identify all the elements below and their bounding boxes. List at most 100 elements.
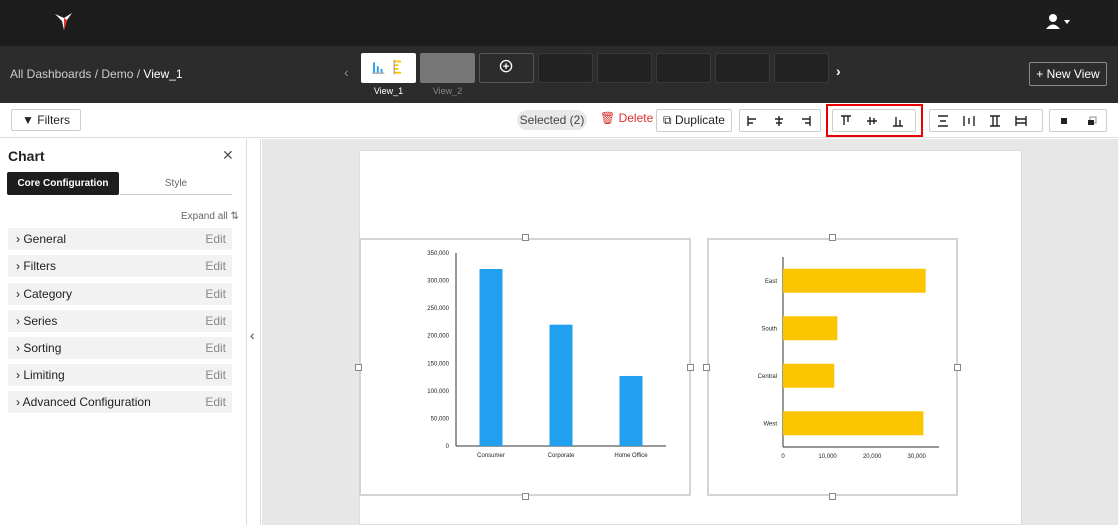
scroll-left-icon[interactable]: ‹ [344, 64, 349, 80]
user-menu-icon[interactable] [1044, 12, 1074, 32]
resize-handle[interactable] [522, 234, 529, 241]
section-series[interactable]: › Series Edit [8, 310, 232, 332]
x-tick-label: Home Office [614, 453, 648, 459]
filters-button[interactable]: ▼ Filters [11, 109, 81, 131]
breadcrumb-demo[interactable]: Demo [101, 67, 133, 81]
tab-core-configuration[interactable]: Core Configuration [7, 172, 119, 195]
layer-order-group [1049, 109, 1107, 132]
horizontal-align-group [739, 109, 821, 132]
y-tick-label: 100,000 [427, 389, 449, 395]
section-label: Limiting [23, 368, 65, 382]
view-slot-empty[interactable] [538, 53, 593, 83]
send-to-back-button[interactable] [1078, 110, 1106, 131]
chart-widget-segment[interactable]: 0 50,000 100,000 150,000 200,000 250,000 300,0… [359, 238, 691, 496]
view-thumbnail-view2[interactable] [420, 53, 475, 83]
section-edit-link[interactable]: Edit [205, 310, 226, 332]
bar [783, 268, 926, 293]
align-right-icon [802, 115, 811, 126]
match-width-icon [1015, 115, 1027, 126]
resize-handle[interactable] [829, 493, 836, 500]
bring-to-front-button[interactable] [1050, 110, 1078, 131]
resize-handle[interactable] [829, 234, 836, 241]
collapse-panel-handle[interactable]: ‹ [247, 139, 261, 525]
expand-all-toggle[interactable]: Expand all ⇅ [181, 211, 239, 222]
chevron-updown-icon: ⇅ [230, 211, 239, 222]
view-label-view1[interactable]: View_1 [361, 86, 416, 96]
section-limiting[interactable]: › Limiting Edit [8, 364, 232, 386]
chevron-right-icon: › [16, 314, 20, 328]
add-view-button[interactable] [479, 53, 534, 83]
view-slot-empty[interactable] [715, 53, 770, 83]
copy-icon: ⧉ [663, 113, 672, 127]
bar [783, 316, 838, 341]
duplicate-button-label: Duplicate [674, 113, 725, 127]
breadcrumb-root[interactable]: All Dashboards [10, 67, 91, 81]
chart-widget-region[interactable]: 0 10,000 20,000 30,000 East South Central West [707, 238, 958, 496]
section-edit-link[interactable]: Edit [205, 364, 226, 386]
bar [619, 375, 643, 446]
toolbar: ▼ Filters Selected (2) 🗑 Delete ⧉ Duplic… [0, 103, 1118, 138]
section-general[interactable]: › General Edit [8, 228, 232, 250]
delete-button[interactable]: 🗑 Delete [600, 111, 653, 125]
y-tick-label: 150,000 [427, 361, 449, 367]
align-left-icon [747, 115, 756, 126]
resize-handle[interactable] [703, 364, 710, 371]
resize-handle[interactable] [954, 364, 961, 371]
y-tick-label: 200,000 [427, 334, 449, 340]
view-slot-empty[interactable] [656, 53, 711, 83]
breadcrumb-separator: / [91, 67, 102, 81]
resize-handle[interactable] [687, 364, 694, 371]
breadcrumb-separator: / [133, 67, 144, 81]
chevron-right-icon: › [16, 232, 20, 246]
x-tick-label: 0 [781, 454, 785, 460]
section-advanced-configuration[interactable]: › Advanced Configuration Edit [8, 391, 232, 413]
section-sorting[interactable]: › Sorting Edit [8, 337, 232, 359]
breadcrumb-current: View_1 [143, 67, 183, 81]
align-right-button[interactable] [792, 110, 818, 131]
chevron-right-icon: › [16, 287, 20, 301]
bar-chart-region: 0 10,000 20,000 30,000 East South Central West [758, 257, 939, 460]
match-height-button[interactable] [982, 110, 1008, 131]
resize-handle[interactable] [355, 364, 362, 371]
y-tick-label: East [765, 279, 777, 285]
funnel-icon: ▼ [22, 113, 34, 127]
align-left-button[interactable] [740, 110, 766, 131]
chart-thumbnail-icon [372, 59, 402, 75]
bring-to-front-icon [1061, 117, 1067, 124]
top-bar [0, 0, 1118, 46]
view-slot-empty[interactable] [597, 53, 652, 83]
x-tick-label: 20,000 [863, 454, 882, 460]
delete-button-label: Delete [618, 111, 654, 125]
distribute-horizontal-button[interactable] [956, 110, 982, 131]
scroll-right-icon[interactable]: › [836, 63, 841, 79]
y-tick-label: South [761, 326, 777, 332]
bar [783, 411, 924, 436]
match-width-button[interactable] [1008, 110, 1034, 131]
view-thumbnail-view1[interactable] [361, 53, 416, 83]
x-tick-label: 30,000 [908, 454, 927, 460]
panel-title: Chart [8, 148, 45, 164]
section-edit-link[interactable]: Edit [205, 255, 226, 277]
chart-config-panel: Chart ✕ Core Configuration Style Expand … [0, 139, 247, 525]
view-label-view2[interactable]: View_2 [420, 86, 475, 96]
section-edit-link[interactable]: Edit [205, 337, 226, 359]
section-filters[interactable]: › Filters Edit [8, 255, 232, 277]
distribute-vertical-button[interactable] [930, 110, 956, 131]
chevron-right-icon: › [16, 259, 20, 273]
distribute-vertical-icon [938, 114, 948, 127]
section-category[interactable]: › Category Edit [8, 283, 232, 305]
chevron-right-icon: › [16, 395, 20, 409]
section-edit-link[interactable]: Edit [205, 391, 226, 413]
new-view-button[interactable]: + New View [1029, 62, 1107, 86]
breadcrumb: All Dashboards / Demo / View_1 [10, 67, 183, 81]
hummingbird-logo-icon[interactable] [52, 10, 76, 34]
align-center-button[interactable] [766, 110, 792, 131]
resize-handle[interactable] [522, 493, 529, 500]
duplicate-button[interactable]: ⧉ Duplicate [656, 109, 732, 132]
distribute-horizontal-icon [963, 115, 975, 126]
view-slot-empty[interactable] [774, 53, 829, 83]
close-icon[interactable]: ✕ [222, 147, 234, 164]
section-edit-link[interactable]: Edit [205, 283, 226, 305]
tab-style[interactable]: Style [120, 172, 232, 195]
section-edit-link[interactable]: Edit [205, 228, 226, 250]
